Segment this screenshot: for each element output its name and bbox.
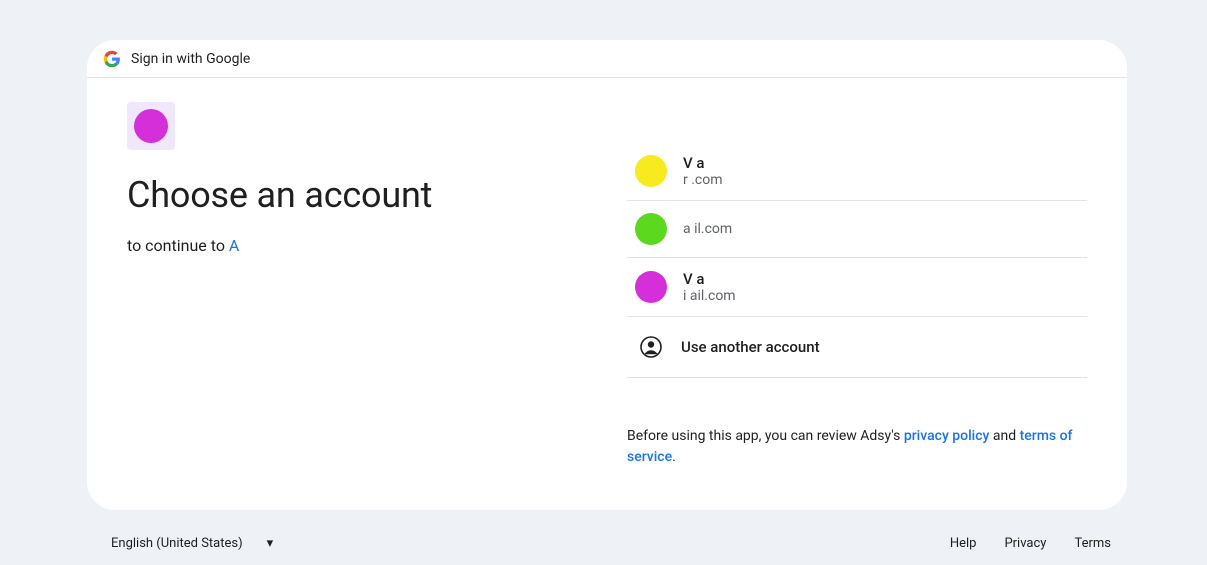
use-another-label: Use another account <box>681 338 820 356</box>
privacy-policy-link[interactable]: privacy policy <box>904 428 990 444</box>
right-panel: V a r .com a il.com <box>627 102 1087 468</box>
app-logo-icon <box>134 109 168 143</box>
avatar-icon <box>635 213 667 245</box>
content: Choose an account to continue to A V a r… <box>87 78 1127 468</box>
account-email: a il.com <box>683 221 732 237</box>
avatar-icon <box>635 155 667 187</box>
account-email: i ail.com <box>683 288 736 304</box>
continue-prefix: to continue to <box>127 236 229 255</box>
language-selector[interactable]: English (United States) ▾ <box>103 530 281 557</box>
continue-app-link[interactable]: A <box>229 236 239 255</box>
header-title: Sign in with Google <box>131 51 250 67</box>
account-info: V a i ail.com <box>683 270 736 304</box>
account-info: a il.com <box>683 221 732 237</box>
disclaimer-prefix: Before using this app, you can review Ad… <box>627 428 904 444</box>
avatar-icon <box>635 271 667 303</box>
privacy-link[interactable]: Privacy <box>1004 536 1046 551</box>
account-option-1[interactable]: a il.com <box>627 201 1087 258</box>
account-option-0[interactable]: V a r .com <box>627 142 1087 201</box>
left-panel: Choose an account to continue to A <box>127 102 587 468</box>
google-logo-icon <box>103 50 121 68</box>
terms-link[interactable]: Terms <box>1074 536 1111 551</box>
account-option-2[interactable]: V a i ail.com <box>627 258 1087 317</box>
footer: English (United States) ▾ Help Privacy T… <box>87 530 1127 557</box>
use-another-account[interactable]: Use another account <box>627 317 1087 378</box>
chevron-down-icon: ▾ <box>267 536 274 551</box>
account-name: V a <box>683 154 723 172</box>
page-subtitle: to continue to A <box>127 236 587 255</box>
language-label: English (United States) <box>111 536 243 551</box>
disclaimer-and: and <box>989 428 1019 444</box>
app-logo <box>127 102 175 150</box>
account-info: V a r .com <box>683 154 723 188</box>
signin-card: Sign in with Google Choose an account to… <box>87 40 1127 510</box>
disclaimer-suffix: . <box>672 449 676 465</box>
help-link[interactable]: Help <box>950 536 977 551</box>
footer-links: Help Privacy Terms <box>950 536 1111 551</box>
header-strip: Sign in with Google <box>87 40 1127 78</box>
page-heading: Choose an account <box>127 174 587 216</box>
account-name: V a <box>683 270 736 288</box>
person-circle-icon <box>637 333 665 361</box>
account-list: V a r .com a il.com <box>627 142 1087 378</box>
account-email: r .com <box>683 172 723 188</box>
disclaimer: Before using this app, you can review Ad… <box>627 426 1087 468</box>
